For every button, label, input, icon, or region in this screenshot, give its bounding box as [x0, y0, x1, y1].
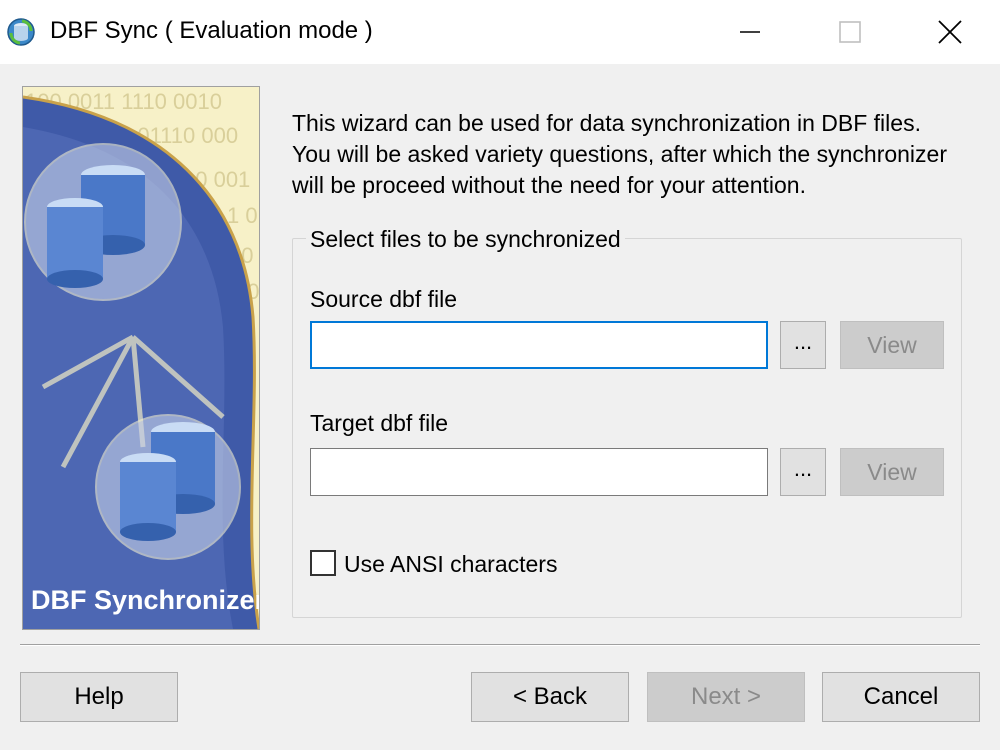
wizard-banner-image: 100 0011 1110 0010 1 01110 000 10 001 1 …	[22, 86, 260, 630]
sync-app-icon	[6, 17, 36, 47]
binary-line: 1 01	[227, 203, 259, 228]
source-file-input[interactable]	[310, 321, 768, 369]
source-browse-button[interactable]: ...	[780, 321, 826, 369]
file-selection-group-title: Select files to be synchronized	[306, 224, 625, 254]
cancel-button[interactable]: Cancel	[822, 672, 980, 722]
window-title: DBF Sync ( Evaluation mode )	[50, 17, 373, 44]
target-browse-button[interactable]: ...	[780, 448, 826, 496]
target-file-label: Target dbf file	[310, 410, 449, 436]
minimize-icon	[740, 31, 760, 33]
source-file-label: Source dbf file	[310, 286, 458, 312]
banner-product-name: DBF Synchronizer	[31, 585, 259, 615]
maximize-icon	[839, 21, 861, 43]
intro-line: will be proceed without the need for you…	[292, 172, 806, 198]
help-button[interactable]: Help	[20, 672, 178, 722]
next-button[interactable]: Next >	[647, 672, 805, 722]
ansi-checkbox-label[interactable]: Use ANSI characters	[344, 549, 557, 579]
intro-line: You will be asked variety questions, aft…	[292, 141, 947, 167]
source-view-button[interactable]: View	[840, 321, 944, 369]
back-button[interactable]: < Back	[471, 672, 629, 722]
footer-separator	[20, 644, 980, 646]
intro-line: This wizard can be used for data synchro…	[292, 110, 921, 136]
target-file-input[interactable]	[310, 448, 768, 496]
close-button[interactable]	[900, 0, 1000, 64]
close-icon	[938, 20, 962, 44]
ansi-checkbox[interactable]	[310, 550, 336, 576]
minimize-button[interactable]	[700, 0, 800, 64]
target-view-button[interactable]: View	[840, 448, 944, 496]
maximize-button[interactable]	[800, 0, 900, 64]
title-bar: DBF Sync ( Evaluation mode )	[0, 0, 1000, 64]
wizard-intro-text: This wizard can be used for data synchro…	[292, 108, 982, 201]
